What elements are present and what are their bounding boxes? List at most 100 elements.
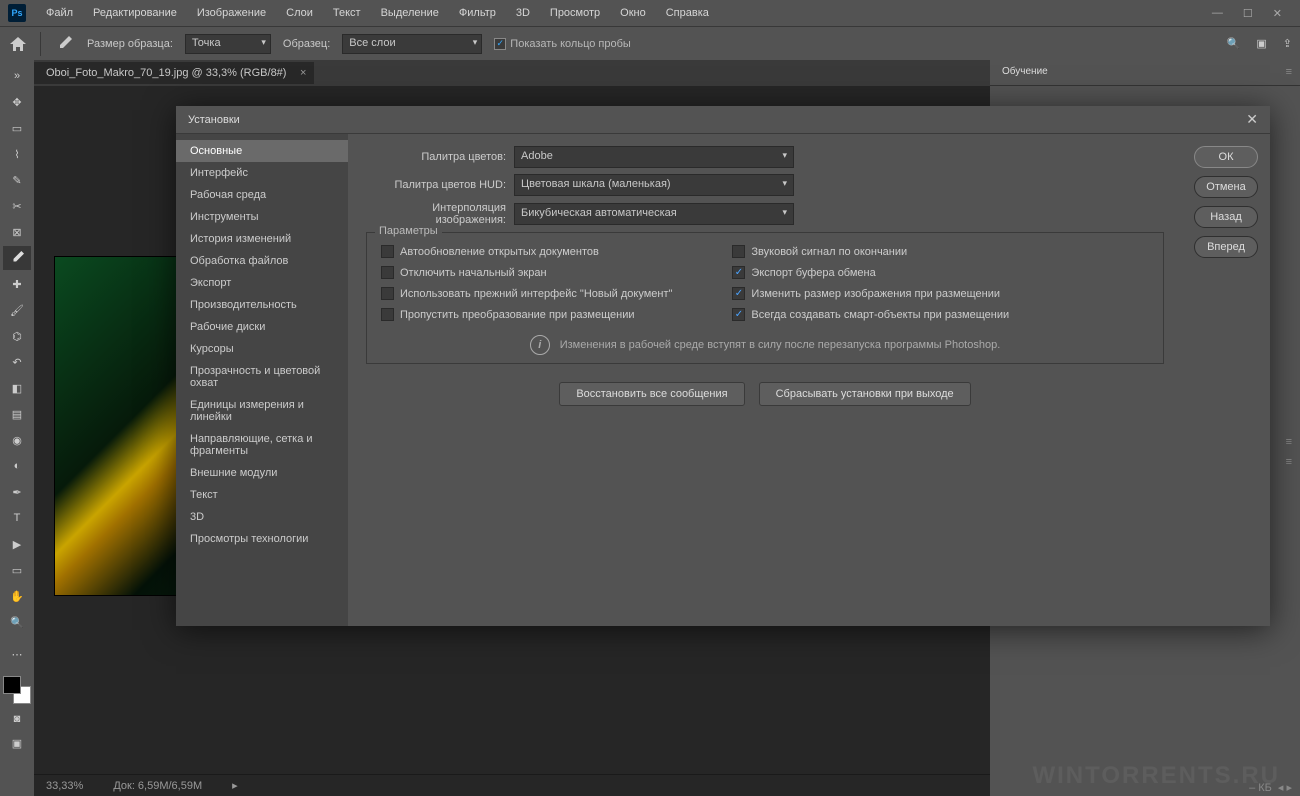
screenmode-icon[interactable]: ▣ xyxy=(5,734,29,752)
prefs-content: Палитра цветов: Adobe Палитра цветов HUD… xyxy=(348,134,1182,626)
workspace-icon[interactable]: ▣ xyxy=(1256,37,1266,50)
document-tab[interactable]: Oboi_Foto_Makro_70_19.jpg @ 33,3% (RGB/8… xyxy=(34,62,314,84)
checkbox-row[interactable]: Отключить начальный экран xyxy=(381,266,672,279)
sidebar-item-filehandling[interactable]: Обработка файлов xyxy=(176,250,348,272)
sidebar-item-tools[interactable]: Инструменты xyxy=(176,206,348,228)
checkbox-row[interactable]: Пропустить преобразование при размещении xyxy=(381,308,672,321)
sidebar-item-plugins[interactable]: Внешние модули xyxy=(176,462,348,484)
quick-select-tool[interactable]: ✎ xyxy=(3,168,31,192)
stamp-tool[interactable]: ⌬ xyxy=(3,324,31,348)
close-icon[interactable]: ✕ xyxy=(1246,111,1258,128)
chevron-icon[interactable]: ◂ ▸ xyxy=(1278,781,1292,794)
restore-dialogs-button[interactable]: Восстановить все сообщения xyxy=(559,382,744,406)
ok-button[interactable]: ОК xyxy=(1194,146,1258,168)
hud-picker-select[interactable]: Цветовая шкала (маленькая) xyxy=(514,174,794,196)
sidebar-item-interface[interactable]: Интерфейс xyxy=(176,162,348,184)
checkbox[interactable]: ✓ xyxy=(732,266,745,279)
eyedropper-tool[interactable] xyxy=(3,246,31,270)
checkbox[interactable] xyxy=(381,287,394,300)
checkbox-label: Отключить начальный экран xyxy=(400,267,547,279)
menu-select[interactable]: Выделение xyxy=(373,3,447,23)
history-brush-tool[interactable]: ↶ xyxy=(3,350,31,374)
interpolation-select[interactable]: Бикубическая автоматическая xyxy=(514,203,794,225)
foreground-color[interactable] xyxy=(3,676,21,694)
eraser-tool[interactable]: ◧ xyxy=(3,376,31,400)
quickmask-icon[interactable]: ◙ xyxy=(5,710,29,728)
menu-edit[interactable]: Редактирование xyxy=(85,3,185,23)
menu-layers[interactable]: Слои xyxy=(278,3,321,23)
sidebar-item-techpreview[interactable]: Просмотры технологии xyxy=(176,528,348,550)
show-sampling-ring-checkbox[interactable]: ✓ Показать кольцо пробы xyxy=(494,38,631,50)
sidebar-item-performance[interactable]: Производительность xyxy=(176,294,348,316)
checkbox[interactable] xyxy=(381,266,394,279)
close-icon[interactable]: × xyxy=(300,67,306,79)
checkbox-row[interactable]: ✓Экспорт буфера обмена xyxy=(732,266,1009,279)
menu-filter[interactable]: Фильтр xyxy=(451,3,504,23)
search-icon[interactable]: 🔍 xyxy=(1227,37,1241,50)
sample-layers-select[interactable]: Все слои xyxy=(342,34,482,54)
sidebar-item-transparency[interactable]: Прозрачность и цветовой охват xyxy=(176,360,348,394)
share-icon[interactable]: ⇪ xyxy=(1283,37,1292,50)
checkbox[interactable]: ✓ xyxy=(732,287,745,300)
menu-image[interactable]: Изображение xyxy=(189,3,274,23)
eyedropper-icon[interactable] xyxy=(53,33,75,55)
sample-size-select[interactable]: Точка xyxy=(185,34,271,54)
menu-file[interactable]: Файл xyxy=(38,3,81,23)
checkbox-row[interactable]: Использовать прежний интерфейс "Новый до… xyxy=(381,287,672,300)
cancel-button[interactable]: Отмена xyxy=(1194,176,1258,198)
menu-3d[interactable]: 3D xyxy=(508,3,538,23)
zoom-tool[interactable]: 🔍 xyxy=(3,610,31,634)
menu-window[interactable]: Окно xyxy=(612,3,654,23)
sidebar-item-units[interactable]: Единицы измерения и линейки xyxy=(176,394,348,428)
hand-tool[interactable]: ✋ xyxy=(3,584,31,608)
edit-toolbar-icon[interactable]: ⋯ xyxy=(3,642,31,666)
healing-tool[interactable]: ✚ xyxy=(3,272,31,296)
sidebar-item-workspace[interactable]: Рабочая среда xyxy=(176,184,348,206)
checkbox-row[interactable]: Звуковой сигнал по окончании xyxy=(732,245,1009,258)
checkbox-row[interactable]: ✓Изменить размер изображения при размеще… xyxy=(732,287,1009,300)
menu-text[interactable]: Текст xyxy=(325,3,369,23)
sidebar-item-history[interactable]: История изменений xyxy=(176,228,348,250)
pen-tool[interactable]: ✒ xyxy=(3,480,31,504)
checkbox[interactable]: ✓ xyxy=(732,308,745,321)
gradient-tool[interactable]: ▤ xyxy=(3,402,31,426)
window-close-icon[interactable]: ✕ xyxy=(1273,7,1282,20)
color-swatches[interactable] xyxy=(3,676,31,704)
sidebar-item-scratch[interactable]: Рабочие диски xyxy=(176,316,348,338)
checkbox[interactable] xyxy=(732,245,745,258)
type-tool[interactable]: T xyxy=(3,506,31,530)
sidebar-item-3d[interactable]: 3D xyxy=(176,506,348,528)
tab-learn[interactable]: Обучение xyxy=(990,60,1060,85)
home-icon[interactable] xyxy=(8,35,28,53)
blur-tool[interactable]: ◉ xyxy=(3,428,31,452)
collapse-icon[interactable]: » xyxy=(3,64,31,88)
next-button[interactable]: Вперед xyxy=(1194,236,1258,258)
checkbox-row[interactable]: Автообновление открытых документов xyxy=(381,245,672,258)
path-select-tool[interactable]: ▶ xyxy=(3,532,31,556)
menu-help[interactable]: Справка xyxy=(658,3,717,23)
crop-tool[interactable]: ✂ xyxy=(3,194,31,218)
frame-tool[interactable]: ⊠ xyxy=(3,220,31,244)
checkbox-row[interactable]: ✓Всегда создавать смарт-объекты при разм… xyxy=(732,308,1009,321)
checkbox[interactable] xyxy=(381,308,394,321)
status-chevron-icon[interactable]: ▸ xyxy=(232,779,238,792)
prev-button[interactable]: Назад xyxy=(1194,206,1258,228)
lasso-tool[interactable]: ⌇ xyxy=(3,142,31,166)
checkbox[interactable] xyxy=(381,245,394,258)
reset-on-quit-button[interactable]: Сбрасывать установки при выходе xyxy=(759,382,971,406)
sidebar-item-type[interactable]: Текст xyxy=(176,484,348,506)
menu-view[interactable]: Просмотр xyxy=(542,3,608,23)
panel-menu-icon[interactable]: ≡ xyxy=(1278,60,1300,85)
sidebar-item-general[interactable]: Основные xyxy=(176,140,348,162)
color-picker-select[interactable]: Adobe xyxy=(514,146,794,168)
sidebar-item-cursors[interactable]: Курсоры xyxy=(176,338,348,360)
dodge-tool[interactable]: ◐ xyxy=(3,454,31,478)
brush-tool[interactable]: 🖌 xyxy=(3,298,31,322)
shape-tool[interactable]: ▭ xyxy=(3,558,31,582)
window-maximize-icon[interactable]: ☐ xyxy=(1243,7,1253,20)
marquee-tool[interactable]: ▭ xyxy=(3,116,31,140)
sidebar-item-export[interactable]: Экспорт xyxy=(176,272,348,294)
sidebar-item-guides[interactable]: Направляющие, сетка и фрагменты xyxy=(176,428,348,462)
window-minimize-icon[interactable]: — xyxy=(1212,7,1223,20)
move-tool[interactable]: ✥ xyxy=(3,90,31,114)
